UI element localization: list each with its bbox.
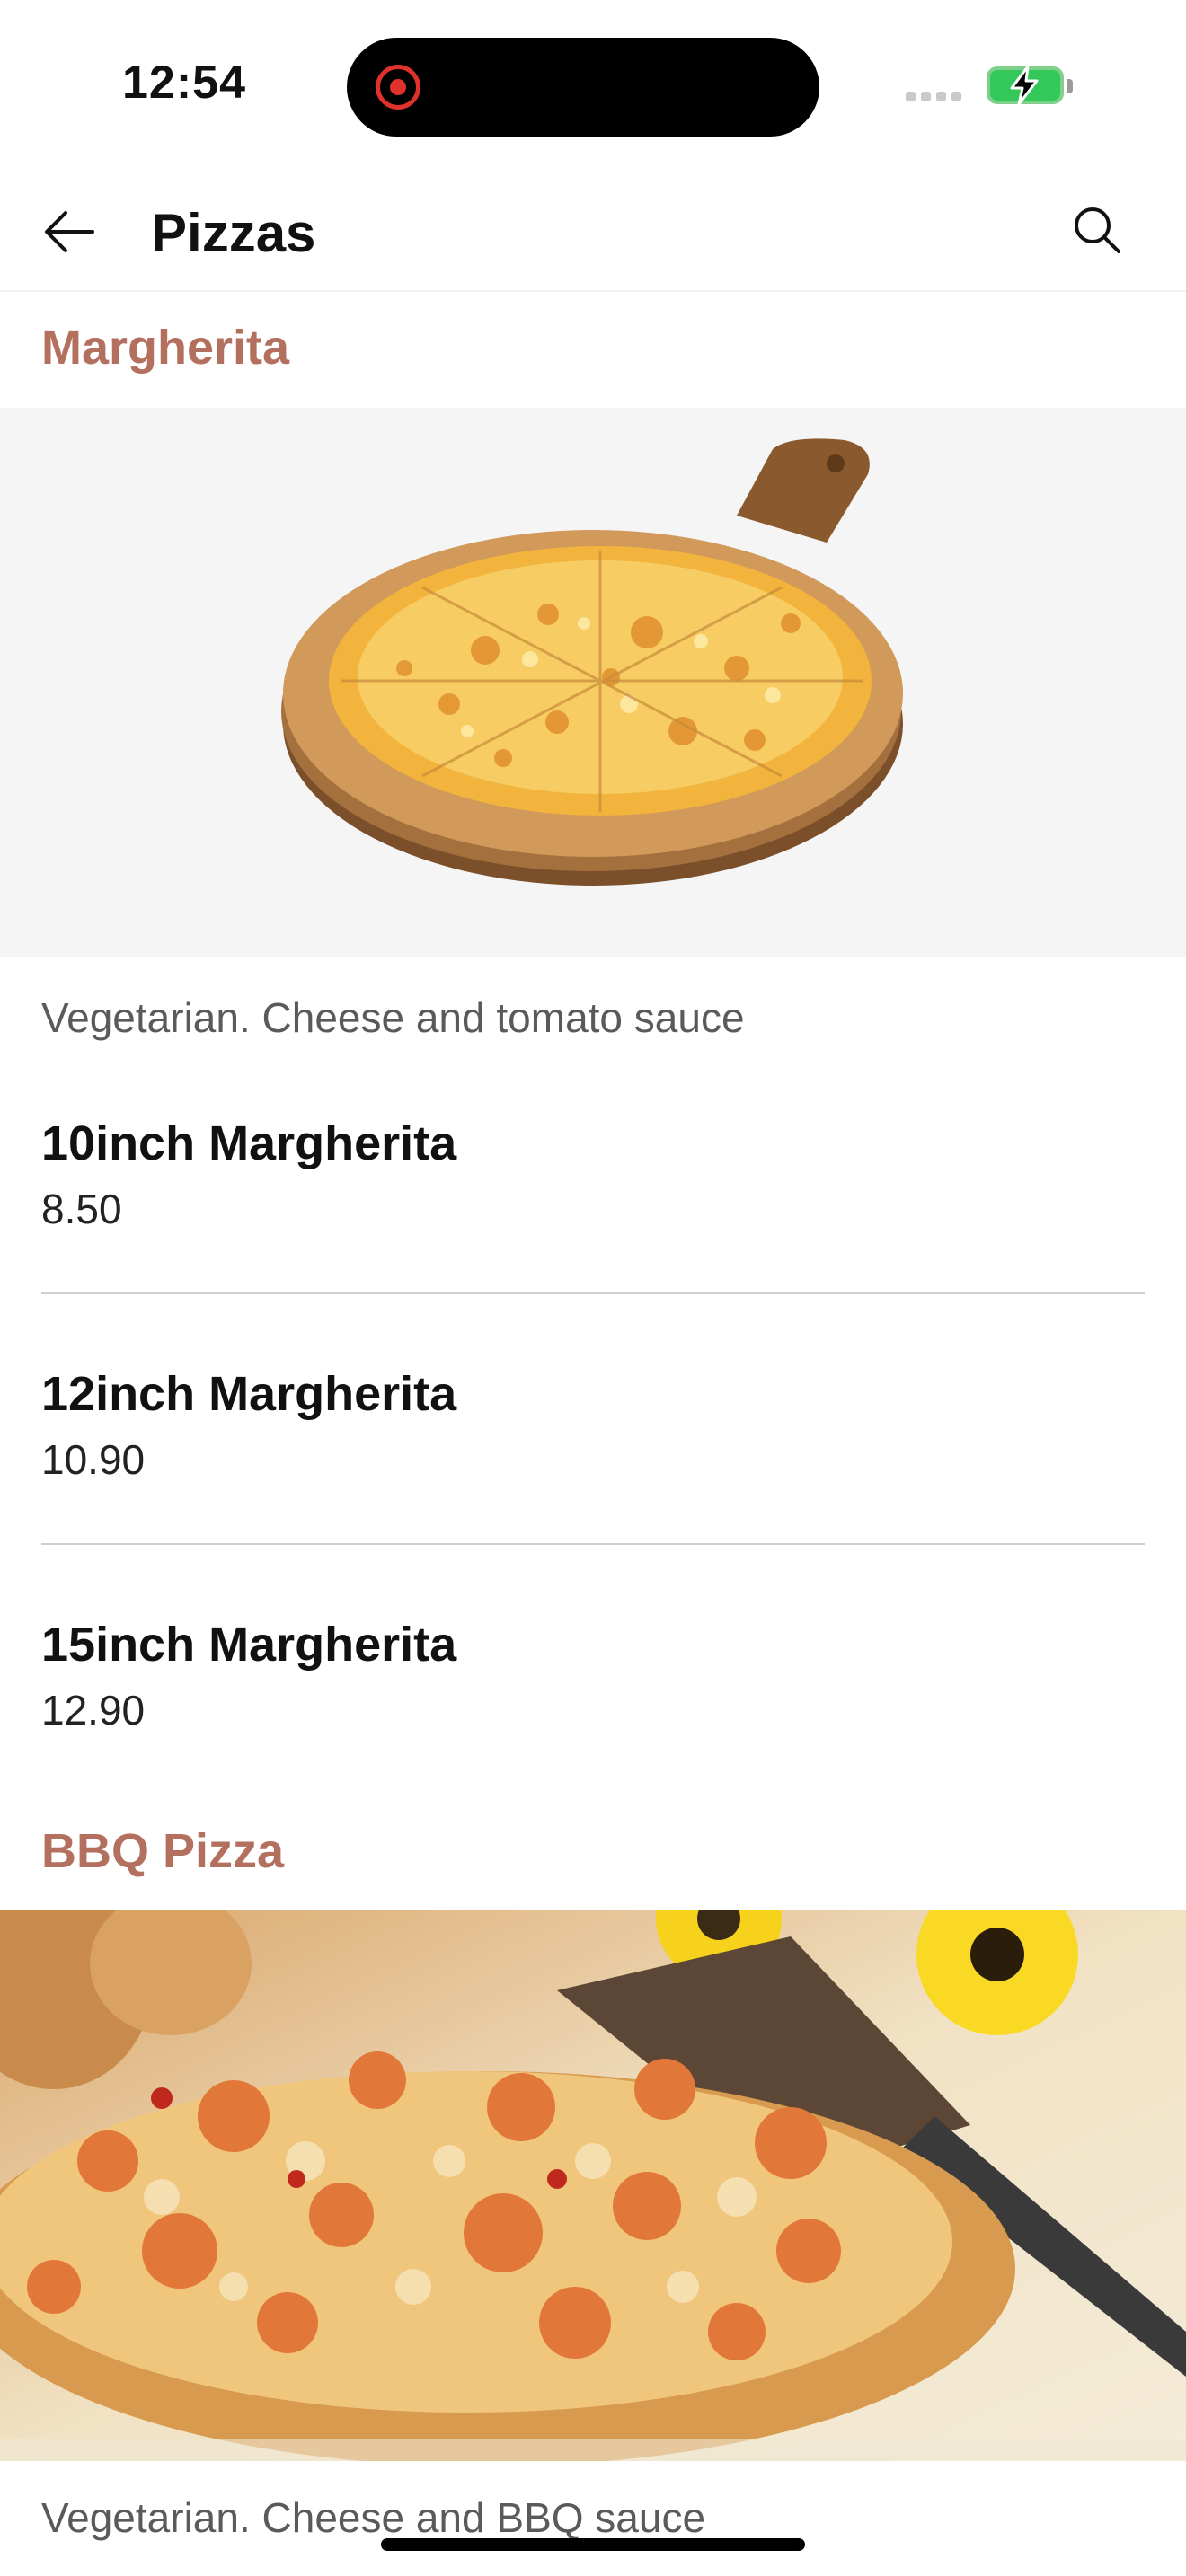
section-description-margherita: Vegetarian. Cheese and tomato sauce — [41, 994, 745, 1041]
divider — [41, 1292, 1145, 1294]
margherita-pizza-image — [0, 408, 1186, 957]
app-header: Pizzas — [0, 175, 1186, 292]
section-title-margherita: Margherita — [41, 321, 290, 375]
search-button[interactable] — [1066, 198, 1128, 261]
dynamic-island — [347, 38, 819, 137]
status-time: 12:54 — [122, 57, 246, 109]
cellular-signal-icon — [906, 92, 961, 101]
back-button[interactable] — [38, 200, 101, 263]
home-indicator[interactable] — [381, 2538, 805, 2551]
section-title-bbq-pizza: BBQ Pizza — [41, 1824, 285, 1878]
menu-item-name: 12inch Margherita — [41, 1367, 457, 1421]
status-bar: 12:54 — [0, 0, 1186, 162]
page-title: Pizzas — [151, 203, 316, 263]
arrow-left-icon — [45, 211, 94, 252]
section-description-bbq-pizza: Vegetarian. Cheese and BBQ sauce — [41, 2494, 706, 2541]
battery-tip — [1067, 79, 1073, 93]
divider — [41, 1543, 1145, 1545]
screen-record-icon — [376, 65, 420, 110]
battery-charging-icon — [987, 65, 1064, 106]
search-icon — [1075, 207, 1120, 253]
menu-item-name: 10inch Margherita — [41, 1116, 457, 1170]
menu-item-price: 12.90 — [41, 1687, 146, 1734]
menu-item-name: 15inch Margherita — [41, 1618, 457, 1672]
menu-item-price: 8.50 — [41, 1186, 122, 1232]
app-screen: 12:54 Pizzas Margherita Vegetarian. Chee… — [0, 0, 1186, 2576]
menu-item[interactable]: 10inch Margherita 8.50 — [41, 1114, 1145, 1238]
menu-item[interactable]: 12inch Margherita 10.90 — [41, 1364, 1145, 1488]
menu-item-price: 10.90 — [41, 1436, 146, 1483]
bbq-pizza-image — [0, 1910, 1186, 2461]
menu-item[interactable]: 15inch Margherita 12.90 — [41, 1615, 1145, 1739]
